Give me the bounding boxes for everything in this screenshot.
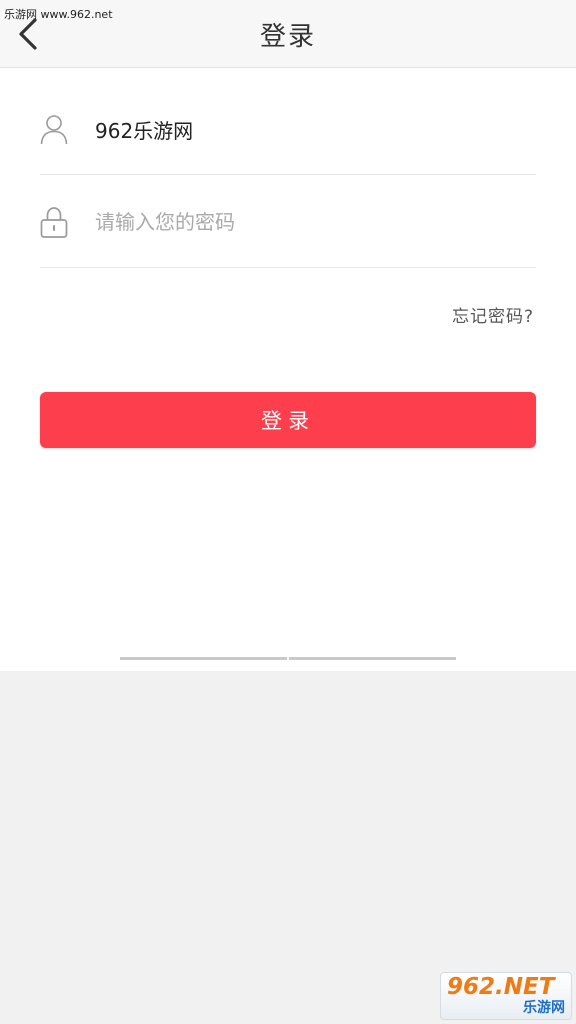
username-input[interactable] (95, 109, 515, 149)
divider-left (120, 657, 287, 660)
forgot-password-link[interactable]: 忘记密码? (452, 302, 534, 327)
lock-icon (40, 207, 68, 238)
password-row (40, 176, 536, 268)
login-button[interactable]: 登录 (40, 392, 536, 448)
password-input[interactable] (95, 202, 515, 242)
login-form: 忘记密码? 登录 (0, 68, 576, 671)
watermark-logo-sub: 乐游网 (523, 1000, 565, 1016)
watermark-logo: 962.NET 乐游网 (440, 972, 572, 1020)
watermark-logo-main: 962.NET (447, 974, 555, 1000)
divider-right (289, 657, 456, 660)
username-row (40, 83, 536, 175)
watermark-text: 乐游网 www.962.net (4, 8, 113, 21)
user-icon (40, 115, 68, 145)
